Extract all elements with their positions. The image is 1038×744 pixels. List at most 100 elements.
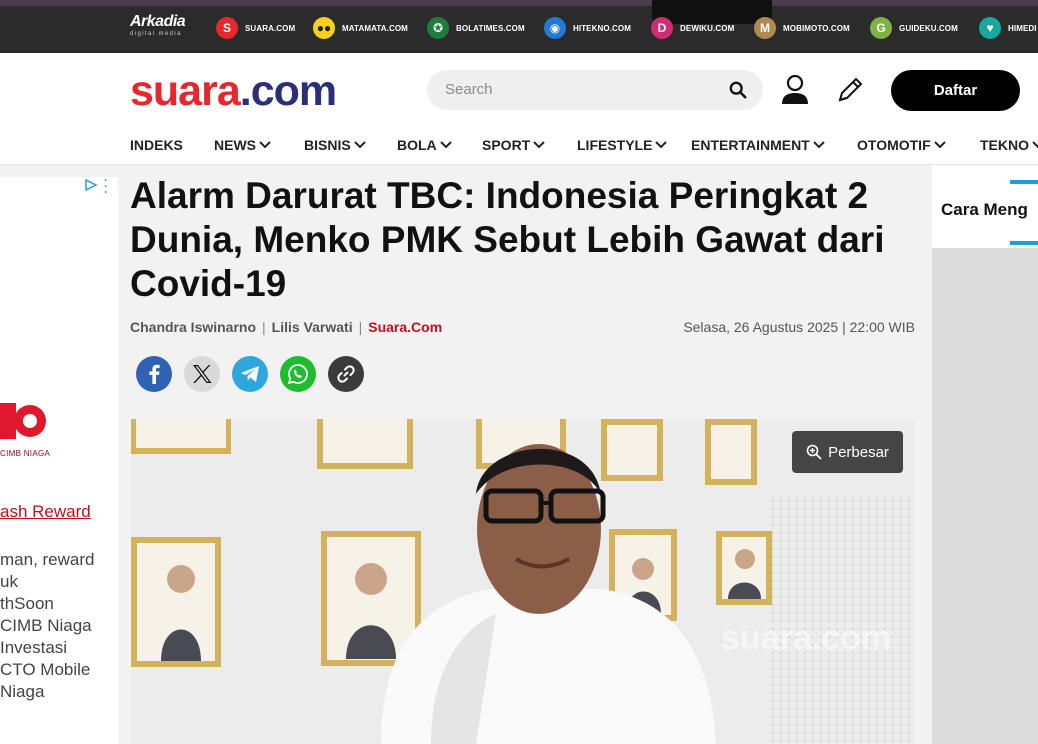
ad-menu-icon[interactable]: · · · bbox=[104, 177, 108, 198]
mobimoto-icon: M bbox=[754, 17, 776, 39]
network-link-label: BOLATIMES.COM bbox=[456, 23, 525, 33]
nav-label: BOLA bbox=[397, 137, 437, 153]
nav-item-news[interactable]: NEWS bbox=[214, 137, 271, 153]
nav-item-entertainment[interactable]: ENTERTAINMENT bbox=[691, 137, 825, 153]
nav-label: SPORT bbox=[482, 137, 531, 153]
register-button[interactable]: Daftar bbox=[891, 70, 1020, 111]
soccer-ball-icon: ✪ bbox=[427, 17, 449, 39]
sidebar-card[interactable]: Cara Meng bbox=[932, 165, 1038, 248]
nav-label: BISNIS bbox=[304, 137, 351, 153]
chevron-down-icon bbox=[1032, 141, 1038, 149]
sidebar-ad-slot bbox=[932, 248, 1038, 744]
dewiku-icon: D bbox=[651, 17, 673, 39]
zoom-in-icon bbox=[806, 444, 822, 460]
network-link-label: DEWIKU.COM bbox=[680, 23, 735, 33]
telegram-icon bbox=[241, 366, 259, 382]
card-accent-bar bbox=[1010, 241, 1038, 245]
nav-label: INDEKS bbox=[130, 137, 183, 153]
x-logo-icon bbox=[193, 365, 212, 383]
nav-item-tekno[interactable]: TEKNO bbox=[980, 137, 1038, 153]
logo-text-suara: suara bbox=[130, 67, 241, 115]
suara-logo[interactable]: suara.com bbox=[130, 66, 337, 116]
heart-pulse-icon: ♥ bbox=[979, 17, 1001, 39]
network-link-label: MOBIMOTO.COM bbox=[783, 23, 850, 33]
ad-body-text: man, reward uk thSoon CIMB Niaga Investa… bbox=[0, 550, 95, 701]
network-link-label: GUIDEKU.COM bbox=[899, 23, 958, 33]
nav-label: LIFESTYLE bbox=[577, 137, 653, 153]
eyes-icon: ●● bbox=[313, 17, 335, 39]
whatsapp-icon bbox=[287, 364, 308, 385]
arkadia-logo[interactable]: Arkadia digital media bbox=[130, 13, 186, 38]
sidebar-card-title: Cara Meng bbox=[941, 200, 1028, 219]
article-meta: Chandra Iswinarno | Lilis Varwati | Suara.Co… bbox=[130, 319, 915, 337]
share-facebook-button[interactable] bbox=[136, 356, 172, 392]
source-link[interactable]: Suara.Com bbox=[368, 319, 442, 335]
network-link-label: HIMEDI bbox=[1008, 23, 1037, 33]
separator: | bbox=[358, 319, 363, 335]
share-telegram-button[interactable] bbox=[232, 356, 268, 392]
link-icon bbox=[337, 365, 355, 383]
network-link-mobimoto[interactable]: M MOBIMOTO.COM bbox=[754, 14, 850, 42]
suara-icon: S bbox=[216, 17, 238, 39]
arkadia-tagline: digital media bbox=[130, 31, 182, 37]
network-link-guideku[interactable]: G GUIDEKU.COM bbox=[870, 14, 958, 42]
ad-logo-icon bbox=[0, 403, 46, 439]
nav-label: TEKNO bbox=[980, 137, 1029, 153]
share-whatsapp-button[interactable] bbox=[280, 356, 316, 392]
ad-link[interactable]: ash Reward bbox=[0, 502, 91, 522]
search-input[interactable] bbox=[445, 81, 715, 98]
chevron-down-icon bbox=[353, 141, 366, 149]
author-link[interactable]: Chandra Iswinarno bbox=[130, 319, 256, 335]
user-icon[interactable] bbox=[780, 74, 810, 106]
chevron-down-icon bbox=[933, 141, 946, 149]
pencil-icon[interactable] bbox=[835, 75, 865, 105]
chevron-down-icon bbox=[533, 141, 545, 149]
network-link-matamata[interactable]: ●● MATAMATA.COM bbox=[313, 14, 408, 42]
network-link-label: HITEKNO.COM bbox=[573, 23, 631, 33]
guideku-icon: G bbox=[870, 17, 892, 39]
nav-item-sport[interactable]: SPORT bbox=[482, 137, 545, 153]
publish-date: Selasa, 26 Agustus 2025 | 22:00 WIB bbox=[683, 319, 915, 335]
network-link-dewiku[interactable]: D DEWIKU.COM bbox=[651, 14, 734, 42]
chevron-down-icon bbox=[813, 141, 825, 149]
chevron-down-icon bbox=[655, 141, 668, 149]
search-icon[interactable] bbox=[729, 81, 747, 99]
arkadia-wordmark: Arkadia bbox=[130, 13, 186, 30]
nav-item-bola[interactable]: BOLA bbox=[397, 137, 452, 153]
share-x-button[interactable] bbox=[184, 356, 220, 392]
chevron-down-icon bbox=[259, 141, 271, 149]
search-bar bbox=[427, 70, 763, 110]
author-link[interactable]: Lilis Varwati bbox=[272, 319, 353, 335]
separator: | bbox=[262, 319, 266, 335]
nav-item-lifestyle[interactable]: LIFESTYLE bbox=[577, 137, 668, 153]
share-copy-link-button[interactable] bbox=[328, 356, 364, 392]
nav-label: OTOMOTIF bbox=[857, 137, 931, 153]
article-title: Alarm Darurat TBC: Indonesia Peringkat 2… bbox=[130, 175, 885, 304]
ad-brand-text: CIMB NIAGA bbox=[0, 449, 51, 458]
browser-strip bbox=[0, 0, 1038, 6]
image-watermark: suara.com bbox=[721, 619, 891, 657]
nav-item-bisnis[interactable]: BISNIS bbox=[304, 137, 366, 153]
left-ad-banner[interactable]: · · · CIMB NIAGA ash Reward man, reward uk… bbox=[0, 177, 118, 744]
chevron-down-icon bbox=[439, 141, 452, 149]
hitekno-icon: ◉ bbox=[544, 17, 566, 39]
zoom-label: Perbesar bbox=[828, 443, 889, 461]
card-accent-bar bbox=[1010, 180, 1038, 184]
author-list: Chandra Iswinarno | Lilis Varwati | Suara.Co… bbox=[130, 319, 442, 335]
network-link-himedik[interactable]: ♥ HIMEDI bbox=[979, 14, 1037, 42]
facebook-icon bbox=[149, 364, 160, 384]
network-link-label: SUARA.COM bbox=[245, 23, 296, 33]
nav-item-otomotif[interactable]: OTOMOTIF bbox=[857, 137, 946, 153]
nav-label: ENTERTAINMENT bbox=[691, 137, 810, 153]
network-bar: Arkadia digital media S SUARA.COM ●● MAT… bbox=[0, 0, 1038, 53]
adchoices-icon[interactable] bbox=[84, 179, 98, 191]
network-link-suara[interactable]: S SUARA.COM bbox=[216, 14, 295, 42]
network-link-bolatimes[interactable]: ✪ BOLATIMES.COM bbox=[427, 14, 525, 42]
nav-item-indeks[interactable]: INDEKS bbox=[130, 137, 183, 153]
logo-text-com: .com bbox=[239, 67, 337, 115]
nav-label: NEWS bbox=[214, 137, 256, 153]
network-link-label: MATAMATA.COM bbox=[342, 23, 408, 33]
main-nav: INDEKS NEWS BISNIS BOLA SPORT LIFESTYLE … bbox=[0, 125, 1038, 165]
network-link-hitekno[interactable]: ◉ HITEKNO.COM bbox=[544, 14, 631, 42]
zoom-image-button[interactable]: Perbesar bbox=[792, 431, 903, 473]
